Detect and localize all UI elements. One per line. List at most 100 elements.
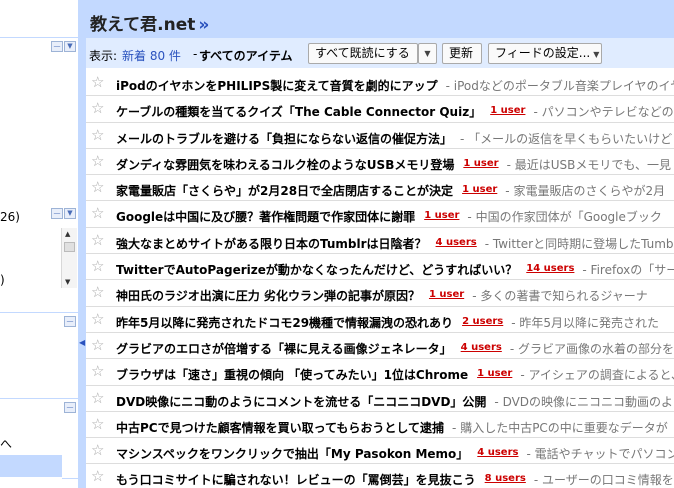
feed-title-text[interactable]: 教えて君.net <box>90 15 195 35</box>
star-icon[interactable]: ☆ <box>91 179 104 195</box>
feed-title[interactable]: 教えて君.net» <box>90 10 209 35</box>
star-icon[interactable]: ☆ <box>91 284 104 300</box>
entry-title[interactable]: グラビアのエロさが倍増する「裸に見える画像ジェネレータ」 <box>116 342 452 356</box>
entry-row[interactable]: ☆ DVD映像にニコ動のようにコメントを流せる「ニコニコDVD」公開 - DVDの映… <box>86 386 674 412</box>
entry-title[interactable]: DVD映像にニコ動のようにコメントを流せる「ニコニコDVD」公開 <box>116 395 486 409</box>
entry-title[interactable]: TwitterでAutoPagerizeが動かなくなったんだけど、どうすればいい… <box>116 263 517 277</box>
user-count-badge[interactable]: 2 users <box>462 316 503 327</box>
user-count-badge[interactable]: 4 users <box>436 237 477 248</box>
feed-details-link[interactable]: » <box>198 15 209 35</box>
sidebar: — ▼ 26) — ▼ ) ▲ ▼ — — へ <box>0 0 78 488</box>
star-icon[interactable]: ☆ <box>91 311 104 327</box>
entry-title[interactable]: ダンディな雰囲気を味わえるコルク栓のようなUSBメモリ登場 <box>116 158 454 172</box>
star-icon[interactable]: ☆ <box>91 100 104 116</box>
star-icon[interactable]: ☆ <box>91 363 104 379</box>
collapse-arrow-icon[interactable]: ◀ <box>79 338 85 347</box>
viewer-toolbar: 表示: 新着 80 件 - すべてのアイテム すべて既読にする ▼ 更新 フィー… <box>86 38 674 68</box>
scroll-thumb[interactable] <box>64 242 75 252</box>
entry-row[interactable]: ☆ メールのトラブルを避ける「負担にならない返信の催促方法」 - 「メールの返信を早… <box>86 123 674 149</box>
sidebar-scrollbar[interactable]: ▲ ▼ <box>61 228 77 288</box>
scroll-down-icon[interactable]: ▼ <box>65 278 70 286</box>
entry-row[interactable]: ☆ 中古PCで見つけた顧客情報を買い取ってもらおうとして逮捕 - 購入した中古PCの… <box>86 412 674 439</box>
user-count-badge[interactable]: 1 user <box>490 105 525 116</box>
subscription-count: 26) <box>0 210 20 224</box>
entry-title[interactable]: 中古PCで見つけた顧客情報を買い取ってもらおうとして逮捕 <box>116 421 444 435</box>
selected-subscription[interactable] <box>0 455 62 477</box>
user-count-badge[interactable]: 4 users <box>477 447 518 458</box>
entry-title[interactable]: 神田氏のラジオ出演に圧力 劣化ウラン弾の記事が原因？ <box>116 289 420 303</box>
star-icon[interactable]: ☆ <box>91 232 104 248</box>
partial-text: ) <box>0 273 5 287</box>
minimize-button[interactable]: — <box>51 208 63 219</box>
panel-controls: — ▼ <box>51 208 76 219</box>
star-icon[interactable]: ☆ <box>91 442 104 458</box>
entry-title[interactable]: もう口コミサイトに騙されない！レビューの「罵倒芸」を見抜こう <box>116 473 476 487</box>
user-count-badge[interactable]: 1 user <box>462 184 497 195</box>
star-icon[interactable]: ☆ <box>91 153 104 169</box>
new-items-link[interactable]: 新着 80 件 <box>122 47 181 64</box>
entry-title[interactable]: 昨年5月以降に発売されたドコモ29機種で情報漏洩の恐れあり <box>116 316 453 330</box>
refresh-button[interactable]: 更新 <box>442 43 482 64</box>
star-icon[interactable]: ☆ <box>91 416 104 432</box>
star-icon[interactable]: ☆ <box>91 468 104 484</box>
star-icon[interactable]: ☆ <box>91 337 104 353</box>
minimize-button[interactable]: — <box>51 41 63 52</box>
entry-row[interactable]: ☆ 家電量販店「さくらや」が2月28日で全店閉店することが決定 1 user - 家電… <box>86 175 674 202</box>
entry-title[interactable]: メールのトラブルを避ける「負担にならない返信の催促方法」 <box>116 132 452 146</box>
chevron-down-icon: ▼ <box>593 50 600 59</box>
entry-snippet: - パソコンやテレビなどの裏側にある <box>533 105 674 120</box>
mark-read-dropdown-button[interactable]: ▼ <box>418 43 437 64</box>
entry-row[interactable]: ☆ ブラウザは「速さ」重視の傾向 「使ってみたい」1位はChrome 1 user -… <box>86 359 674 386</box>
entry-snippet: - 昨年5月以降に発売された <box>511 315 660 330</box>
entry-title[interactable]: iPodのイヤホンをPHILIPS製に変えて音質を劇的にアップ <box>116 79 438 93</box>
all-items-label[interactable]: すべてのアイテム <box>199 47 292 64</box>
entry-row[interactable]: ☆ もう口コミサイトに騙されない！レビューの「罵倒芸」を見抜こう 8 users - … <box>86 464 674 488</box>
entry-title[interactable]: マシンスペックをワンクリックで抽出「My Pasokon Memo」 <box>116 447 468 461</box>
star-icon[interactable]: ☆ <box>91 127 104 143</box>
entry-row[interactable]: ☆ 昨年5月以降に発売されたドコモ29機種で情報漏洩の恐れあり 2 users - 昨… <box>86 307 674 333</box>
star-icon[interactable]: ☆ <box>91 258 104 274</box>
user-count-badge[interactable]: 8 users <box>485 473 526 484</box>
entry-row[interactable]: ☆ TwitterでAutoPagerizeが動かなくなったんだけど、どうすればい… <box>86 254 674 281</box>
entry-title[interactable]: 家電量販店「さくらや」が2月28日で全店閉店することが決定 <box>116 184 453 198</box>
user-count-badge[interactable]: 1 user <box>424 210 459 221</box>
entry-row[interactable]: ☆ マシンスペックをワンクリックで抽出「My Pasokon Memo」 4 use… <box>86 438 674 465</box>
entry-snippet: - 中国の作家団体が「Googleブック <box>467 210 662 225</box>
entry-content: 中古PCで見つけた顧客情報を買い取ってもらおうとして逮捕 - 購入した中古PCの中… <box>116 419 668 436</box>
user-count-badge[interactable]: 1 user <box>429 289 464 300</box>
entry-title[interactable]: ブラウザは「速さ」重視の傾向 「使ってみたい」1位はChrome <box>116 368 468 382</box>
sidebar-collapse-bar[interactable] <box>78 0 86 488</box>
entry-title[interactable]: Googleは中国に及び腰？著作権問題で作家団体に謝罪 <box>116 210 415 224</box>
feed-settings-label: フィードの設定... <box>495 46 591 60</box>
user-count-badge[interactable]: 1 user <box>477 368 512 379</box>
partial-text: へ <box>0 437 13 451</box>
minimize-button[interactable]: — <box>64 316 76 327</box>
entry-row[interactable]: ☆ 神田氏のラジオ出演に圧力 劣化ウラン弾の記事が原因？ 1 user - 多くの著書… <box>86 280 674 307</box>
user-count-badge[interactable]: 1 user <box>463 158 498 169</box>
entry-row[interactable]: ☆ ケーブルの種類を当てるクイズ「The Cable Connector Quiz… <box>86 96 674 123</box>
divider <box>62 478 78 479</box>
entry-title[interactable]: ケーブルの種類を当てるクイズ「The Cable Connector Quiz」 <box>116 105 481 119</box>
entry-row[interactable]: ☆ 強大なまとめサイトがある限り日本のTumblrは日陰者？ 4 users - Tw… <box>86 228 674 255</box>
entry-snippet: - Firefoxの「サード <box>582 263 674 278</box>
entry-title[interactable]: 強大なまとめサイトがある限り日本のTumblrは日陰者？ <box>116 237 427 251</box>
star-icon[interactable]: ☆ <box>91 390 104 406</box>
feed-settings-button[interactable]: フィードの設定... ▼ <box>488 43 602 64</box>
entry-content: グラビアのエロさが倍増する「裸に見える画像ジェネレータ」 4 users - グラビ… <box>116 340 674 357</box>
feed-title-bar: 教えて君.net» <box>86 0 674 38</box>
sidebar-panel: — <box>0 312 78 398</box>
entry-row[interactable]: ☆ iPodのイヤホンをPHILIPS製に変えて音質を劇的にアップ - iPodなど… <box>86 70 674 97</box>
entry-content: ケーブルの種類を当てるクイズ「The Cable Connector Quiz」… <box>116 103 674 120</box>
entry-row[interactable]: ☆ グラビアのエロさが倍増する「裸に見える画像ジェネレータ」 4 users - グラ… <box>86 333 674 360</box>
user-count-badge[interactable]: 4 users <box>461 342 502 353</box>
user-count-badge[interactable]: 14 users <box>526 263 574 274</box>
minimize-button[interactable]: — <box>64 402 76 413</box>
entry-row[interactable]: ☆ ダンディな雰囲気を味わえるコルク栓のようなUSBメモリ登場 1 user - 最近… <box>86 149 674 176</box>
entry-row[interactable]: ☆ Googleは中国に及び腰？著作権問題で作家団体に謝罪 1 user - 中国の作… <box>86 201 674 228</box>
panel-menu-button[interactable]: ▼ <box>64 41 76 52</box>
star-icon[interactable]: ☆ <box>91 74 104 90</box>
mark-all-read-button[interactable]: すべて既読にする <box>308 43 418 64</box>
scroll-up-icon[interactable]: ▲ <box>65 230 70 238</box>
star-icon[interactable]: ☆ <box>91 205 104 221</box>
panel-menu-button[interactable]: ▼ <box>64 208 76 219</box>
